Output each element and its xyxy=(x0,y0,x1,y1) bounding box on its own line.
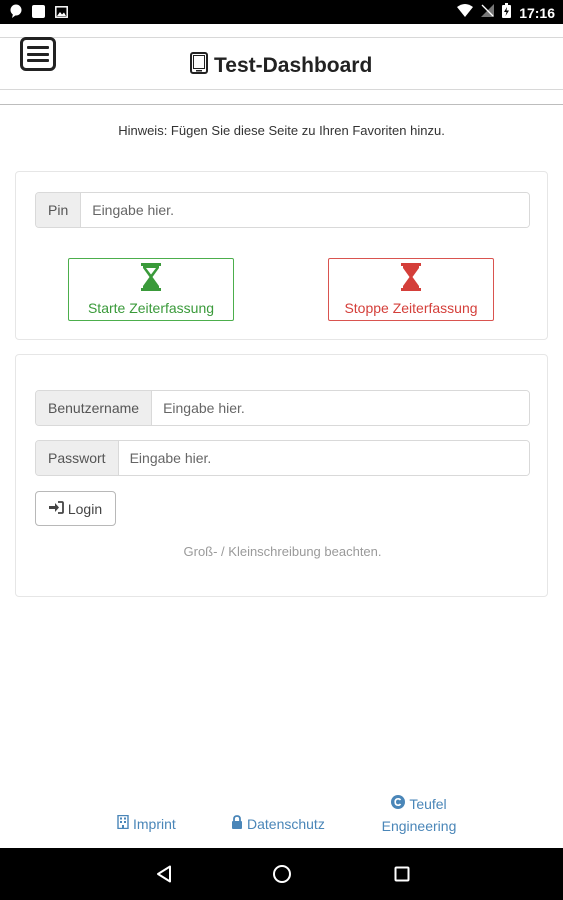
image-notification-icon xyxy=(55,5,68,23)
building-icon xyxy=(117,814,129,832)
pin-input-group: Pin xyxy=(35,192,530,228)
username-input-group: Benutzername xyxy=(35,390,530,426)
no-signal-icon xyxy=(481,4,495,22)
tablet-icon xyxy=(190,52,208,79)
password-label: Passwort xyxy=(36,441,119,475)
password-input-group: Passwort xyxy=(35,440,530,476)
wifi-icon xyxy=(457,4,474,22)
login-button[interactable]: Login xyxy=(35,491,116,526)
header-divider xyxy=(0,104,563,105)
battery-charging-icon xyxy=(502,3,512,23)
page-title-text: Test-Dashboard xyxy=(214,53,373,77)
engineering-label: Engineering xyxy=(381,818,457,834)
start-button-label: Starte Zeiterfassung xyxy=(87,300,215,316)
login-panel: Benutzername Passwort Login Groß- / Klei… xyxy=(15,354,548,597)
header-divider xyxy=(0,89,563,90)
favorites-hint: Hinweis: Fügen Sie diese Seite zu Ihren … xyxy=(118,123,445,138)
teufel-engineering-link[interactable]: Teufel Engineering xyxy=(374,793,464,837)
password-input[interactable] xyxy=(118,441,529,475)
recent-apps-icon[interactable] xyxy=(390,862,414,886)
privacy-label: Datenschutz xyxy=(247,815,325,832)
home-icon[interactable] xyxy=(270,862,294,886)
back-icon[interactable] xyxy=(152,862,176,886)
teufel-row: Teufel xyxy=(374,793,464,815)
system-icons: 17:16 xyxy=(457,3,555,23)
pin-label: Pin xyxy=(36,193,82,227)
privacy-link[interactable]: Datenschutz xyxy=(231,815,325,832)
teufel-label: Teufel xyxy=(409,796,447,812)
header-divider xyxy=(0,37,563,38)
hourglass-end-icon xyxy=(401,263,421,296)
hourglass-start-icon xyxy=(141,263,161,296)
lock-icon xyxy=(231,815,243,832)
login-button-label: Login xyxy=(67,500,103,517)
navigation-bar xyxy=(0,848,563,900)
stop-time-tracking-button[interactable]: Stoppe Zeiterfassung xyxy=(328,258,494,321)
notification-icons xyxy=(10,4,68,23)
username-label: Benutzername xyxy=(36,391,153,425)
pin-input[interactable] xyxy=(81,193,529,227)
stop-button-label: Stoppe Zeiterfassung xyxy=(344,300,478,316)
copyright-icon xyxy=(391,793,406,815)
status-bar: 17:16 xyxy=(0,0,563,24)
case-sensitivity-note: Groß- / Kleinschreibung beachten. xyxy=(183,544,382,559)
start-time-tracking-button[interactable]: Starte Zeiterfassung xyxy=(68,258,234,321)
sign-in-icon xyxy=(48,500,64,517)
chat-notification-icon xyxy=(10,4,22,23)
page-title: Test-Dashboard xyxy=(190,52,372,79)
imprint-link[interactable]: Imprint xyxy=(117,814,176,832)
app-header: Test-Dashboard xyxy=(0,24,563,106)
imprint-label: Imprint xyxy=(133,815,176,832)
username-input[interactable] xyxy=(152,391,529,425)
hamburger-menu-icon[interactable] xyxy=(20,37,56,71)
clock: 17:16 xyxy=(519,5,555,21)
square-notification-icon xyxy=(32,4,45,23)
time-tracking-panel: Pin Starte Zeiterfassung Stoppe Zeiterfa… xyxy=(15,171,548,340)
